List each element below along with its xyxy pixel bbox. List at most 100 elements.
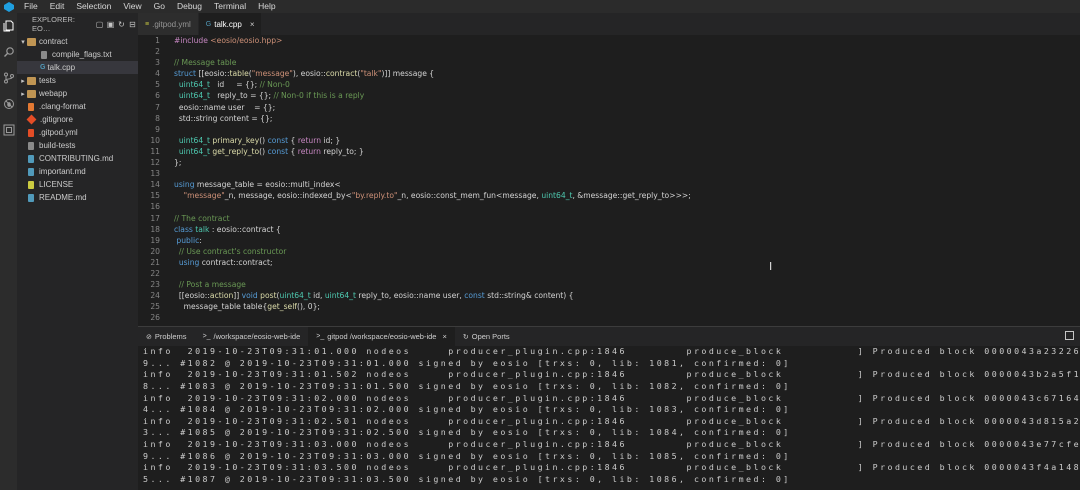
code-token: {: [288, 135, 298, 145]
tree-item-label: webapp: [39, 89, 68, 98]
tree-item[interactable]: ▸ webapp: [17, 87, 138, 100]
code-token: // Non-0 if this is a reply: [273, 91, 365, 101]
terminal-line: info 2019-10-23T09:31:01.502 nodeos prod…: [143, 369, 1080, 380]
code-token: class: [174, 224, 193, 234]
code-token: // Message table: [174, 58, 237, 68]
new-file-icon[interactable]: ▢: [94, 20, 105, 29]
line-number: 9: [155, 124, 160, 134]
code-token: uint64_t: [178, 146, 210, 156]
panel-tab-bar: ⊘ Problems >_/workspace/eosio-web-ide >_ git…: [138, 326, 1080, 347]
panel-tab[interactable]: >_ gitpod /workspace/eosio-web-ide ×: [308, 326, 455, 347]
code-line: 2: [138, 46, 1080, 57]
menu-item[interactable]: Selection: [70, 0, 117, 13]
line-number: 18: [150, 224, 160, 234]
panel-tab[interactable]: >_/workspace/eosio-web-ide: [195, 327, 309, 347]
code-line: 19 public:: [138, 235, 1080, 246]
menu-item[interactable]: Go: [148, 0, 171, 13]
explorer-header: EXPLORER: EO… ▢ ▣ ↻ ⊟: [17, 13, 138, 35]
tree-item[interactable]: .clang-format: [17, 100, 138, 113]
tree-item[interactable]: LICENSE: [17, 178, 138, 191]
chevron-down-icon: ▾: [21, 38, 25, 46]
extensions-icon[interactable]: [0, 117, 17, 143]
code-token: contract::contract;: [199, 257, 273, 267]
panel-tab-label: /workspace/eosio-web-ide: [213, 332, 301, 341]
terminal-line: info 2019-10-23T09:31:02.501 nodeos prod…: [143, 415, 1080, 426]
code-token: const: [464, 291, 485, 301]
refresh-icon[interactable]: ↻: [116, 20, 127, 29]
menu-item[interactable]: View: [117, 0, 147, 13]
line-number: 16: [150, 202, 160, 212]
tree-item[interactable]: .gitpod.yml: [17, 126, 138, 139]
tree-item-label: .gitpod.yml: [39, 128, 78, 137]
code-line: 22: [138, 268, 1080, 279]
terminal-line: 9... #1082 @ 2019-10-23T09:31:01.000 sig…: [143, 357, 791, 368]
tree-item[interactable]: ▾ contract: [17, 35, 138, 48]
folder-icon: [27, 89, 36, 98]
editor-tab[interactable]: ≡ .gitpod.yml: [138, 13, 199, 35]
tree-item-label: .clang-format: [39, 102, 86, 111]
tree-item[interactable]: .gitignore: [17, 113, 138, 126]
lic-icon: [28, 180, 34, 189]
panel-tab-label: Open Ports: [471, 332, 510, 341]
files-icon[interactable]: [0, 13, 17, 39]
chevron-right-icon: ▸: [21, 77, 25, 85]
menu-item[interactable]: Edit: [44, 0, 71, 13]
tree-item[interactable]: important.md: [17, 165, 138, 178]
menu-item[interactable]: Terminal: [208, 0, 252, 13]
git-icon: [26, 114, 37, 125]
debug-icon[interactable]: [0, 91, 17, 117]
terminal-line: info 2019-10-23T09:31:03.500 nodeos prod…: [143, 462, 1080, 473]
menu-item[interactable]: File: [18, 0, 44, 13]
tree-item-label: compile_flags.txt: [52, 50, 112, 59]
file-icon: [28, 141, 34, 150]
menu-item[interactable]: Help: [252, 0, 281, 13]
code-text: using message_table = eosio::multi_index…: [174, 179, 341, 190]
code-token: id; }: [321, 135, 341, 145]
tree-item-label: LICENSE: [39, 180, 74, 189]
code-token: "message": [183, 191, 225, 201]
code-text: uint64_t id = {}; // Non-0: [174, 79, 290, 90]
close-icon[interactable]: ×: [442, 332, 446, 341]
tree-item[interactable]: ▸ tests: [17, 74, 138, 87]
maximize-panel-icon[interactable]: [1065, 331, 1074, 340]
code-token: uint64_t: [178, 135, 210, 145]
search-icon[interactable]: [0, 39, 17, 65]
tree-item[interactable]: compile_flags.txt: [17, 48, 138, 61]
problems-icon: ⊘: [146, 333, 152, 341]
new-folder-icon[interactable]: ▣: [105, 20, 116, 29]
cpp-file-icon: G: [205, 20, 212, 28]
code-text: #include <eosio/eosio.hpp>: [174, 35, 282, 46]
code-token: };: [174, 158, 182, 168]
code-text: [[eosio::action]] void post(uint64_t id,…: [174, 290, 574, 301]
tree-item[interactable]: Gtalk.cpp: [17, 61, 138, 74]
code-text: public:: [174, 235, 201, 246]
line-number: 26: [150, 313, 160, 323]
code-token: contract: [325, 69, 358, 79]
terminal-output[interactable]: info 2019-10-23T09:31:01.000 nodeos prod…: [138, 346, 1080, 490]
collapse-all-icon[interactable]: ⊟: [127, 20, 138, 29]
code-text: uint64_t reply_to = {}; // Non-0 if this…: [174, 90, 364, 101]
code-editor[interactable]: 1 #include <eosio/eosio.hpp> 2 3 // Message …: [138, 35, 1080, 326]
line-number: 20: [150, 246, 160, 256]
md-icon: [28, 154, 34, 163]
source-control-icon[interactable]: [0, 65, 17, 91]
tree-item[interactable]: CONTRIBUTING.md: [17, 152, 138, 165]
editor-tab[interactable]: Gtalk.cpp ×: [198, 13, 263, 35]
code-token: [[: [174, 291, 185, 301]
code-text: eosio::name user = {};: [174, 102, 275, 113]
menu-item[interactable]: Debug: [171, 0, 208, 13]
code-text: // Use contract's constructor: [174, 246, 287, 257]
panel-tab-label: Problems: [154, 332, 187, 341]
panel-tab[interactable]: ⊘ Problems: [138, 327, 195, 347]
tree-item[interactable]: build-tests: [17, 139, 138, 152]
code-line: 11 uint64_t get_reply_to() const { retur…: [138, 146, 1080, 157]
panel-tab[interactable]: ↻ Open Ports: [455, 327, 518, 347]
code-text: uint64_t primary_key() const { return id…: [174, 135, 340, 146]
close-icon[interactable]: ×: [250, 20, 255, 29]
code-token: uint64_t: [324, 291, 356, 301]
tree-item[interactable]: README.md: [17, 191, 138, 204]
code-token: reply_to = {};: [209, 91, 274, 101]
code-token: get_self: [267, 302, 297, 312]
code-token: primary_key: [212, 135, 260, 145]
code-line: 1 #include <eosio/eosio.hpp>: [138, 35, 1080, 46]
